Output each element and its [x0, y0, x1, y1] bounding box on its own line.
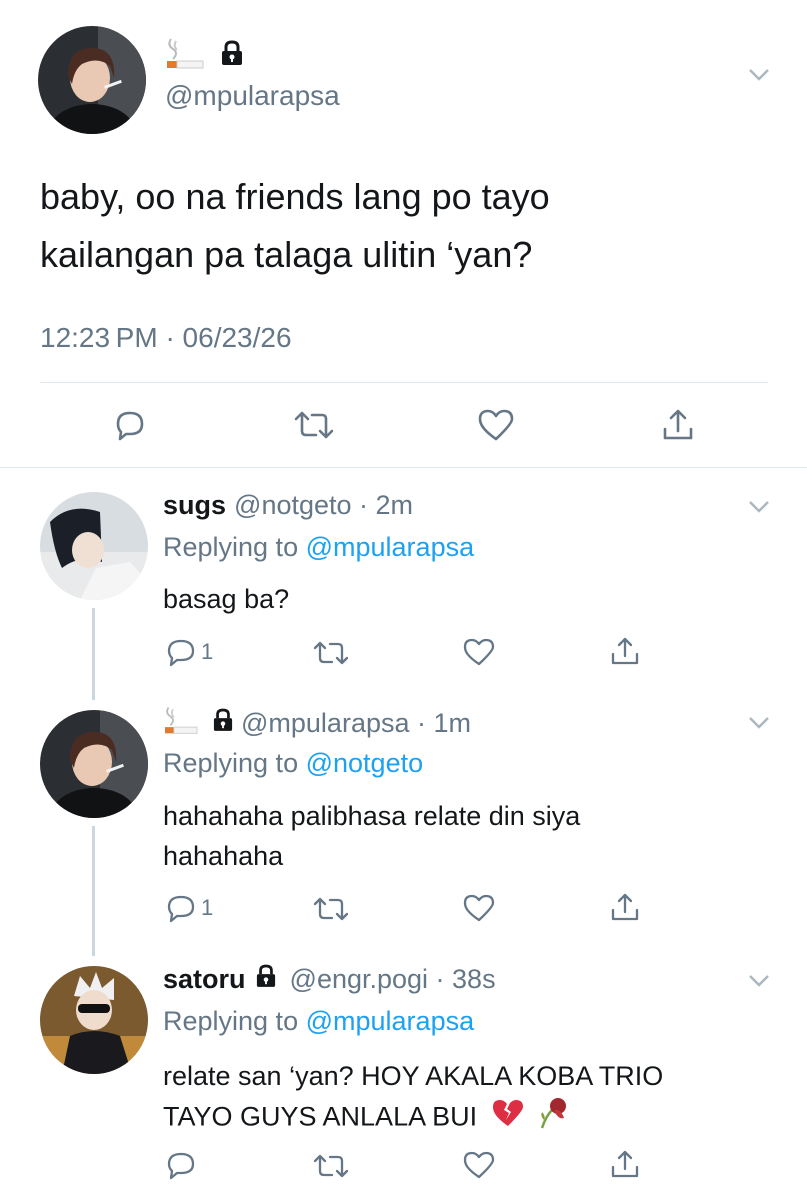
reply-text-line-2-wrap: TAYO GUYS ANLALA BUI [163, 1096, 783, 1141]
share-icon [663, 409, 693, 440]
reply-text-line-1: relate san ‘yan? HOY AKALA KOBA TRIO [163, 1061, 664, 1091]
retweet-icon [313, 897, 349, 921]
tweet-timestamp[interactable]: 12:23 PM · 06/23/26 [40, 322, 292, 354]
reply-avatar-mpularapsa[interactable] [40, 710, 148, 818]
retweet-icon [313, 641, 349, 665]
more-options-chevron-down-icon[interactable] [748, 68, 770, 82]
reply-author-meta[interactable]: @engr.pogi · 38s [290, 964, 496, 995]
tweet-text: baby, oo na friends lang po tayo kailang… [40, 168, 780, 284]
tweet-divider [40, 382, 768, 383]
retweet-button[interactable] [312, 894, 350, 924]
reply-icon [167, 1152, 195, 1180]
reply-author-name[interactable]: sugs [163, 490, 226, 521]
heart-icon [478, 409, 514, 441]
reply-avatar-satoru[interactable] [40, 966, 148, 1074]
replying-to-link[interactable]: @mpularapsa [306, 1006, 475, 1036]
replying-to: Replying to @mpularapsa [163, 1006, 474, 1037]
share-button[interactable] [609, 891, 641, 923]
reply-button[interactable]: 1 [165, 637, 213, 667]
lock-icon [221, 40, 243, 74]
replying-to: Replying to @mpularapsa [163, 532, 474, 563]
share-icon [611, 1150, 639, 1178]
share-button[interactable] [660, 407, 696, 443]
retweet-button[interactable] [292, 407, 336, 443]
more-options-chevron-down-icon[interactable] [748, 500, 770, 514]
reply-text: basag ba? [163, 584, 290, 614]
replying-to-link[interactable]: @mpularapsa [306, 532, 475, 562]
share-icon [611, 637, 639, 665]
reply-author-name[interactable]: satoru [163, 964, 246, 995]
thread-connector-line [92, 608, 95, 700]
more-options-chevron-down-icon[interactable] [748, 716, 770, 730]
reply-text-line-2: hahahaha [163, 841, 284, 871]
section-divider [0, 467, 807, 468]
retweet-button[interactable] [312, 1151, 350, 1181]
reply-button[interactable]: 1 [165, 893, 213, 923]
avatar-image [40, 966, 148, 1074]
author-avatar[interactable] [38, 26, 146, 134]
tweet-text-line-1: baby, oo na friends lang po tayo [40, 176, 550, 217]
reply-header: @mpularapsa · 1m [163, 704, 471, 743]
share-button[interactable] [609, 635, 641, 667]
retweet-icon [294, 411, 334, 439]
reply-avatar-sugs[interactable] [40, 492, 148, 600]
more-options-chevron-down-icon[interactable] [748, 974, 770, 988]
reply-header: satoru @engr.pogi · 38s [163, 964, 496, 995]
reply-text: relate san ‘yan? HOY AKALA KOBA TRIO TAY… [163, 1056, 783, 1141]
reply-text-line-2: TAYO GUYS ANLALA BUI [163, 1101, 478, 1132]
replying-to: Replying to @notgeto [163, 748, 423, 779]
avatar-image [38, 26, 146, 134]
like-button[interactable] [462, 637, 496, 667]
avatar-image [40, 492, 148, 600]
author-name [165, 38, 243, 74]
share-icon [611, 893, 639, 921]
tweet-text-line-2: kailangan pa talaga ulitin ‘yan? [40, 234, 533, 275]
reply-icon [116, 411, 144, 441]
reply-text-line-1: hahahaha palibhasa relate din siya [163, 801, 581, 831]
reply-text: hahahaha palibhasa relate din siya hahah… [163, 796, 763, 876]
author-handle[interactable]: @mpularapsa [165, 80, 340, 112]
like-button[interactable] [462, 1150, 496, 1180]
share-button[interactable] [609, 1148, 641, 1180]
cigarette-emoji-icon [163, 704, 199, 743]
heart-icon [463, 638, 495, 666]
reply-button[interactable] [165, 1150, 201, 1180]
replying-to-label: Replying to [163, 748, 299, 778]
reply-icon [167, 639, 195, 667]
reply-icon [167, 895, 195, 923]
replying-to-label: Replying to [163, 532, 299, 562]
heart-icon [463, 894, 495, 922]
retweet-icon [313, 1154, 349, 1178]
like-button[interactable] [477, 407, 515, 443]
lock-icon [213, 708, 233, 739]
reply-count: 1 [201, 639, 214, 664]
replying-to-link[interactable]: @notgeto [306, 748, 424, 778]
lock-icon [256, 964, 276, 995]
wilted-rose-emoji-icon [536, 1096, 570, 1141]
broken-heart-emoji-icon [491, 1098, 525, 1139]
avatar-image [40, 710, 148, 818]
heart-icon [463, 1151, 495, 1179]
retweet-button[interactable] [312, 638, 350, 668]
like-button[interactable] [462, 893, 496, 923]
reply-author-meta[interactable]: @mpularapsa · 1m [241, 708, 471, 739]
reply-button[interactable] [112, 407, 148, 443]
reply-author-meta[interactable]: @notgeto · 2m [234, 490, 413, 521]
reply-header: sugs @notgeto · 2m [163, 490, 413, 521]
cigarette-emoji-icon [165, 35, 205, 79]
replying-to-label: Replying to [163, 1006, 299, 1036]
reply-count: 1 [201, 895, 214, 920]
thread-connector-line [92, 826, 95, 956]
